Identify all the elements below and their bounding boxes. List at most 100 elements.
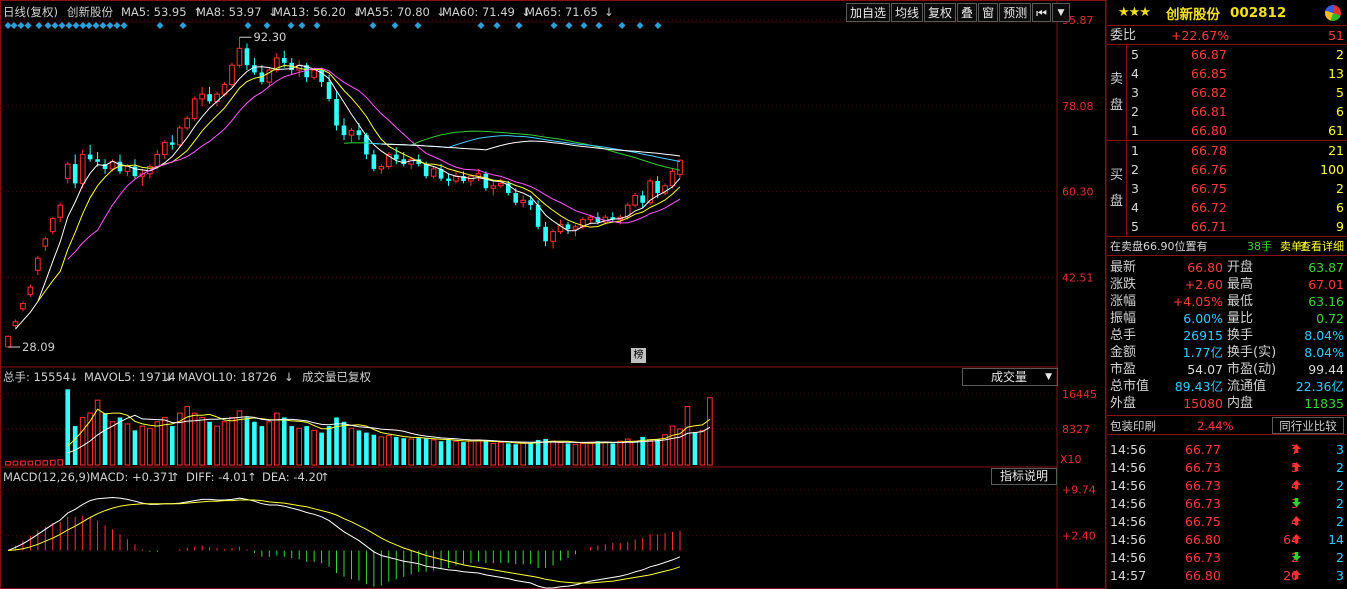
volume-total: 总手: 15554	[3, 370, 70, 384]
buy-level: 3	[1131, 181, 1139, 196]
quote-value: 89.43亿	[1174, 379, 1223, 394]
volume-bar	[423, 438, 429, 465]
volume-bar	[371, 434, 377, 465]
candle-body	[483, 173, 489, 189]
indicator-help-button[interactable]: 指标说明	[991, 468, 1057, 485]
rank-badge[interactable]: 榜	[631, 348, 646, 363]
mavol5-arrow: ↓	[164, 370, 174, 384]
volume-bar	[147, 427, 153, 466]
event-marker-icon	[113, 22, 121, 29]
tick-time: 14:56	[1110, 460, 1147, 475]
large-order-hint[interactable]: 在卖盘66.90位置有 38手 卖单! 查看详细	[1107, 237, 1347, 256]
event-marker-icon	[391, 22, 399, 29]
quote-label: 最新	[1110, 260, 1137, 275]
quote-label: 涨幅	[1110, 294, 1137, 309]
candle-body	[191, 98, 198, 119]
volume-bar	[528, 443, 533, 465]
quote-label: 最低	[1227, 294, 1254, 309]
star-rating-icon[interactable]: ★★★	[1118, 5, 1151, 20]
event-marker-icon	[313, 22, 321, 29]
volume-bar	[461, 442, 466, 465]
industry-name[interactable]: 包装印刷	[1110, 416, 1156, 436]
volume-axis-label: 8327	[1062, 423, 1090, 436]
quote-label: 换手	[1227, 328, 1254, 343]
weibi-value: +22.67%	[1171, 28, 1230, 43]
volume-bar	[699, 429, 706, 466]
volume-bar	[289, 426, 295, 465]
arrow-down-icon	[1290, 495, 1302, 513]
quote-value: 22.36亿	[1295, 379, 1344, 394]
industry-compare-button[interactable]: 同行业比较	[1272, 417, 1344, 434]
tick-row: 14:56 66.80 64 14	[1107, 531, 1347, 549]
quote-label: 外盘	[1110, 396, 1137, 411]
volume-select-label: 成交量	[991, 370, 1028, 384]
candle-body	[124, 166, 131, 172]
tick-time: 14:56	[1110, 496, 1147, 511]
chevron-down-icon[interactable]: ▼	[1051, 2, 1070, 22]
skip-back-icon[interactable]: ⏮	[1032, 2, 1051, 22]
ma-legend-0: MA5: 53.95	[121, 5, 187, 19]
volume-bar	[304, 426, 309, 465]
candle-body	[393, 154, 399, 160]
candle-body	[35, 257, 41, 271]
volume-bar	[707, 397, 713, 466]
event-marker-icon	[4, 22, 12, 29]
toolbar-4[interactable]: 窗	[978, 2, 999, 22]
candle-body	[207, 94, 212, 102]
toolbar-3[interactable]: 叠	[957, 2, 978, 22]
event-marker-icon	[58, 22, 66, 29]
volume-bar	[132, 430, 138, 465]
candle-body	[550, 231, 556, 242]
volume-bar	[27, 460, 34, 466]
arrow-up-icon	[1290, 477, 1302, 495]
tick-row: 14:5666.7773	[1107, 441, 1347, 459]
stock-name: 创新股份	[1165, 6, 1220, 23]
quote-value: 11835	[1304, 396, 1344, 411]
event-marker-icon	[72, 22, 80, 29]
arrow-up-icon	[1290, 459, 1302, 477]
volume-bar	[184, 406, 191, 466]
macd-axis-label: +2.40	[1062, 530, 1096, 543]
candle-body	[356, 130, 362, 136]
candle-body	[520, 199, 527, 204]
buy-level: 1	[1131, 143, 1139, 158]
candle-body	[64, 163, 71, 180]
volume-bar	[42, 460, 49, 466]
buy-row: 2 66.76 100	[1107, 160, 1347, 179]
quote-value: 8.04%	[1304, 328, 1344, 343]
event-marker-icon	[35, 22, 43, 29]
candle-body	[311, 69, 317, 78]
volume-bar	[647, 439, 653, 466]
toolbar-2[interactable]: 复权	[924, 2, 957, 22]
volume-bar	[79, 416, 86, 466]
volume-adjusted-note: 成交量已复权	[302, 370, 371, 384]
dea-value: DEA: -4.20	[262, 470, 323, 484]
chevron-down-icon: ▼	[1045, 372, 1052, 382]
tick-count: 14	[1328, 532, 1344, 547]
toolbar-0[interactable]: 加自选	[846, 2, 891, 22]
volume-bar	[124, 423, 131, 466]
buy-quantity: 6	[1336, 200, 1344, 215]
quote-label: 涨跌	[1110, 277, 1137, 292]
sell-price: 66.87	[1191, 47, 1227, 62]
app-logo-icon[interactable]	[1325, 5, 1341, 21]
quote-row: 市盈 54.07 市盈(动) 99.44	[1107, 361, 1347, 378]
tick-row: 14:5666.7322	[1107, 549, 1347, 567]
ma-arrow-5: ↓	[604, 5, 614, 19]
toolbar-5[interactable]: 预测	[999, 2, 1032, 22]
event-marker-icon	[565, 22, 573, 29]
toolbar-1[interactable]: 均线	[891, 2, 924, 22]
tick-time: 14:57	[1110, 568, 1147, 583]
hint-detail-link[interactable]: 查看详细	[1300, 237, 1344, 256]
sell-price: 66.80	[1191, 123, 1227, 138]
quote-table: 最新 66.80 开盘 63.87 涨跌 +2.60 最高 67.01 涨幅 +4.05% 最低 63…	[1107, 256, 1347, 412]
event-marker-icon	[550, 22, 558, 29]
tick-list[interactable]: 14:5666.777314:5666.735214:5666.734214:5…	[1107, 435, 1347, 585]
tick-price: 66.77	[1185, 442, 1221, 457]
quote-value: 63.16	[1308, 294, 1344, 309]
stock-title: ★★★ 创新股份 002812	[1107, 0, 1347, 26]
buy-row: 3 66.75 2	[1107, 179, 1347, 198]
tick-row: 14:5666.7332	[1107, 495, 1347, 513]
volume-bar	[244, 417, 250, 465]
volume-indicator-select[interactable]: 成交量 ▼	[962, 368, 1058, 386]
